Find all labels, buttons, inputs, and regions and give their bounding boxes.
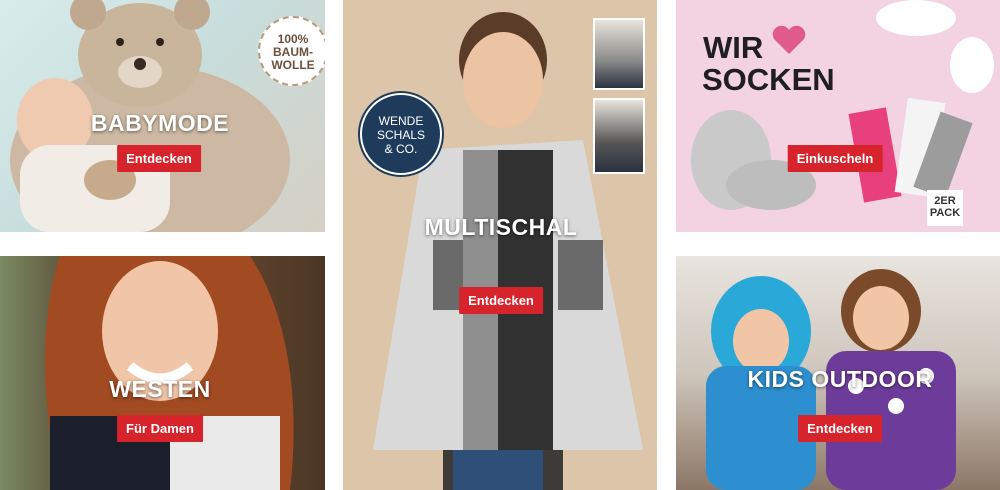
discover-button[interactable]: Entdecken (117, 145, 201, 172)
babymode-tile[interactable]: 100% BAUM- WOLLE BABYMODE Entdecken (0, 0, 325, 232)
tile-title: KIDS OUTDOOR (747, 366, 933, 392)
discover-button[interactable]: Entdecken (798, 415, 882, 442)
badge-line: SCHALS (376, 128, 426, 142)
for-women-button[interactable]: Für Damen (117, 415, 203, 442)
cotton-badge: 100% BAUM- WOLLE (258, 16, 325, 86)
socks-headline-2: SOCKEN (702, 62, 835, 97)
kids-outdoor-tile[interactable]: KIDS OUTDOOR Entdecken (676, 256, 1000, 490)
scarf-thumbnail-2[interactable] (593, 98, 645, 174)
badge-line: PACK (929, 207, 961, 219)
tile-title: WESTEN (109, 376, 211, 402)
two-pack-badge: 2ER PACK (927, 190, 963, 226)
tile-title: BABYMODE (90, 110, 230, 136)
scarf-thumbnail-1[interactable] (593, 18, 645, 90)
badge-line: 2ER (934, 195, 956, 207)
discover-button[interactable]: Entdecken (459, 287, 543, 314)
reversible-scarf-badge: WENDE SCHALS & CO. (360, 93, 442, 175)
socks-headline-1: WIR (703, 30, 764, 65)
badge-line: WENDE (378, 114, 424, 128)
badge-line: & CO. (384, 142, 418, 156)
socken-tile[interactable]: WIR SOCKEN 2ER PACK Einkuscheln (676, 0, 1000, 232)
cozy-up-button[interactable]: Einkuscheln (787, 145, 883, 172)
westen-tile[interactable]: WESTEN Für Damen (0, 256, 325, 490)
multischal-tile[interactable]: WENDE SCHALS & CO. MULTISCHAL Entdecken (343, 0, 657, 490)
woman-vest-image (45, 256, 294, 490)
tile-title: MULTISCHAL (424, 214, 578, 240)
badge-line: WOLLE (271, 58, 315, 72)
heart-icon (772, 25, 806, 54)
